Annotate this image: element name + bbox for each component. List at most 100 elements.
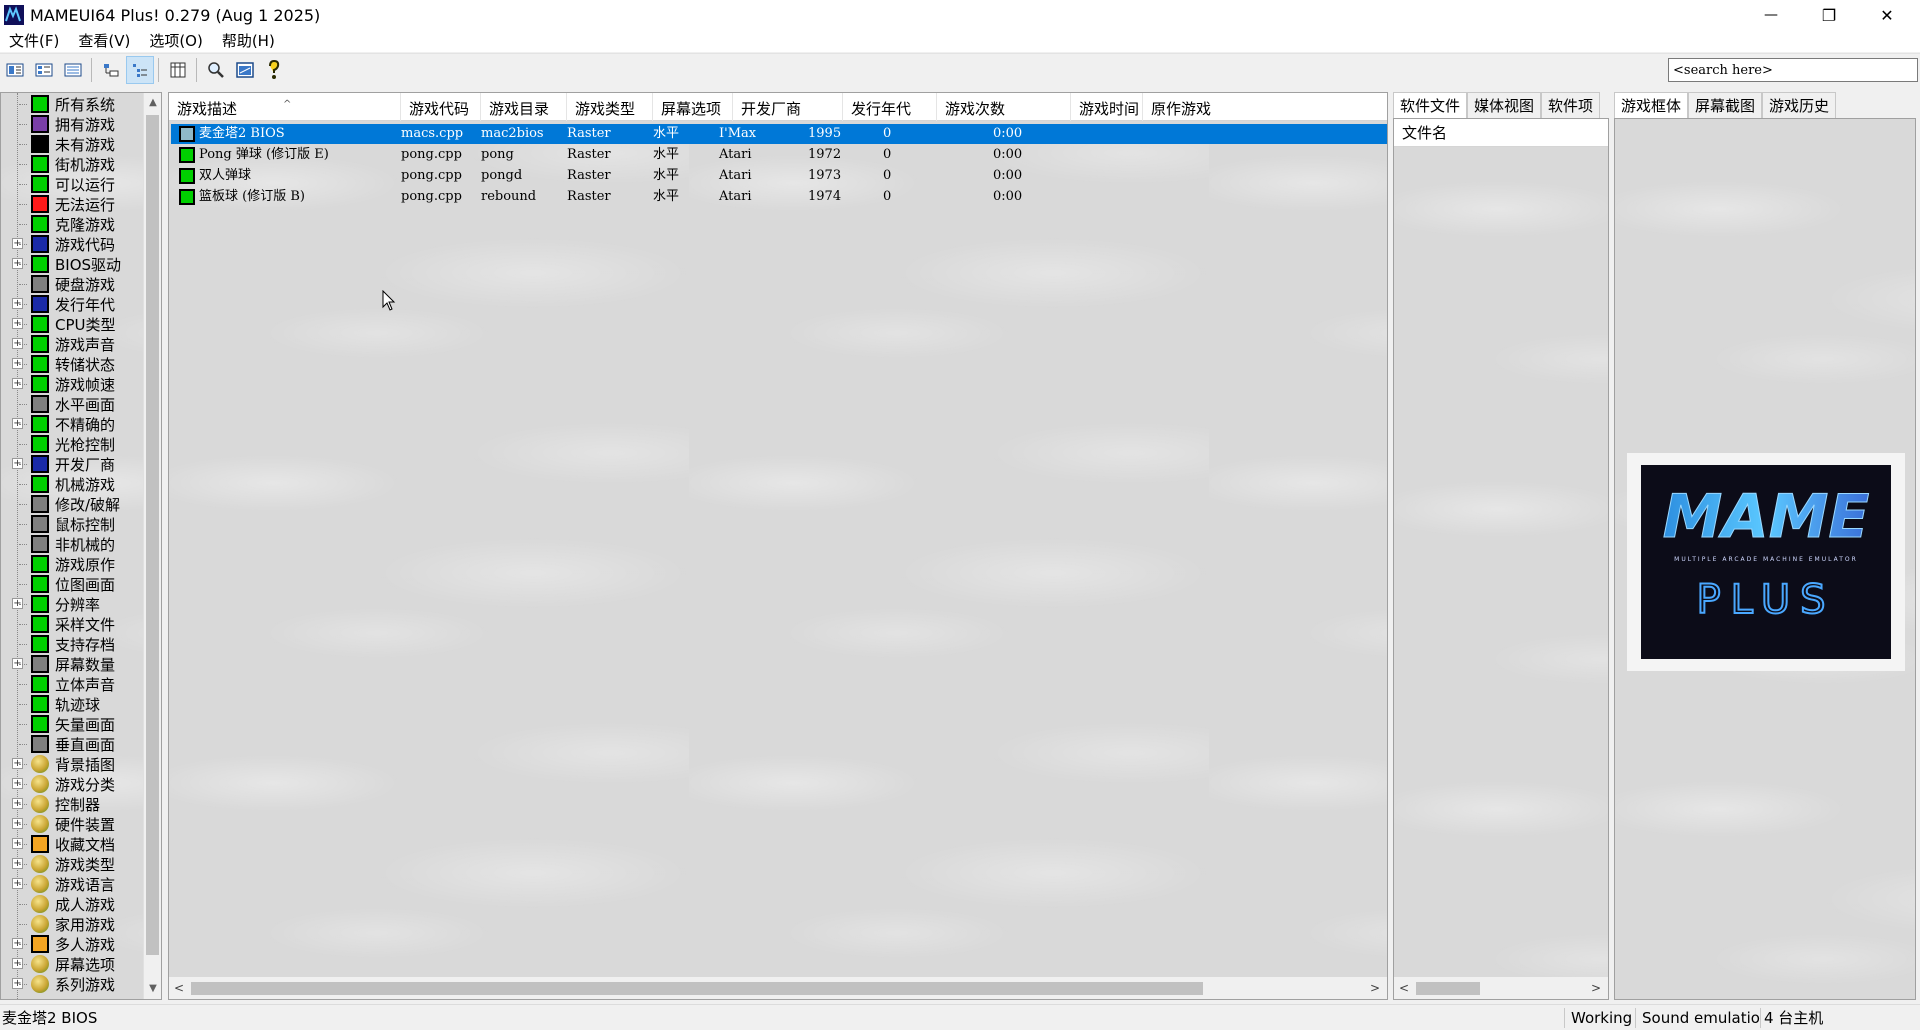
tree-item[interactable]: 位图画面 — [1, 574, 143, 594]
game-status-icon — [179, 126, 195, 142]
view-details-button[interactable] — [126, 55, 154, 84]
tree-item[interactable]: + 游戏代码 — [1, 234, 143, 254]
tree-item[interactable]: 硬盘游戏 — [1, 274, 143, 294]
scroll-down-arrow-icon[interactable]: ▼ — [144, 979, 161, 999]
tree-item[interactable]: 水平画面 — [1, 394, 143, 414]
tree-item[interactable]: + 游戏类型 — [1, 854, 143, 874]
close-button[interactable]: ✕ — [1858, 0, 1916, 30]
columns-button[interactable] — [164, 56, 192, 84]
tree-item[interactable]: + 收藏文档 — [1, 834, 143, 854]
tree-item[interactable]: + 开发厂商 — [1, 454, 143, 474]
tree-item[interactable]: 所有系统 — [1, 94, 143, 114]
tree-item[interactable]: + 屏幕选项 — [1, 954, 143, 974]
tree-item[interactable]: 非机械的 — [1, 534, 143, 554]
menu-help[interactable]: 帮助(H) — [213, 30, 285, 52]
column-header-year[interactable]: 发行年代 — [843, 93, 937, 121]
tree-item[interactable]: 采样文件 — [1, 614, 143, 634]
minimize-button[interactable]: — — [1742, 0, 1800, 30]
scrollbar-thumb[interactable] — [1416, 982, 1480, 995]
column-header-filename[interactable]: 文件名 — [1394, 119, 1608, 147]
menu-options[interactable]: 选项(O) — [140, 30, 213, 52]
tree-item[interactable]: 克隆游戏 — [1, 214, 143, 234]
tree-item[interactable]: + 控制器 — [1, 794, 143, 814]
tree-item[interactable]: 轨迹球 — [1, 694, 143, 714]
game-row[interactable]: 篮板球 (修订版 B) pong.cpp rebound Raster 水平 Atari 1… — [171, 187, 1387, 207]
maximize-button[interactable]: ❐ — [1800, 0, 1858, 30]
tree-item[interactable]: 立体声音 — [1, 674, 143, 694]
tree-item-label: 游戏帧速 — [55, 375, 116, 394]
column-header-type[interactable]: 游戏类型 — [567, 93, 653, 121]
tree-item[interactable]: + 背景插图 — [1, 754, 143, 774]
help-button[interactable] — [260, 56, 288, 84]
game-row[interactable]: 麦金塔2 BIOS macs.cpp mac2bios Raster 水平 I'Max 19… — [171, 124, 1387, 144]
menu-file[interactable]: 文件(F) — [0, 30, 69, 52]
tab-software-items[interactable]: 软件项 — [1541, 92, 1601, 118]
column-header-description[interactable]: 游戏描述 ^ — [169, 93, 401, 121]
menu-view[interactable]: 查看(V) — [69, 30, 140, 52]
tree-item[interactable]: 支持存档 — [1, 634, 143, 654]
scroll-up-arrow-icon[interactable]: ▲ — [144, 93, 161, 113]
tree-item[interactable]: 机械游戏 — [1, 474, 143, 494]
tree-vertical-scrollbar[interactable]: ▲ ▼ — [143, 93, 161, 999]
software-horizontal-scrollbar[interactable]: < > — [1394, 977, 1608, 999]
tree-item[interactable]: + 硬件装置 — [1, 814, 143, 834]
tree-item[interactable]: + 屏幕数量 — [1, 654, 143, 674]
view-small-icons-button[interactable] — [30, 56, 58, 84]
tree-item[interactable]: 拥有游戏 — [1, 114, 143, 134]
view-large-icons-button[interactable] — [1, 56, 29, 84]
tree-item[interactable]: 成人游戏 — [1, 894, 143, 914]
column-header-parent[interactable]: 原作游戏 — [1143, 93, 1387, 121]
search-input[interactable] — [1668, 58, 1918, 82]
game-description: 篮板球 (修订版 B) — [199, 189, 305, 204]
column-header-source[interactable]: 游戏代码 — [401, 93, 481, 121]
column-label: 游戏代码 — [409, 100, 470, 118]
tree-item[interactable]: 游戏原作 — [1, 554, 143, 574]
tree-item[interactable]: + CPU类型 — [1, 314, 143, 334]
tree-item[interactable]: + 发行年代 — [1, 294, 143, 314]
tree-item[interactable]: 修改/破解 — [1, 494, 143, 514]
tree-item[interactable]: 未有游戏 — [1, 134, 143, 154]
tree-item[interactable]: + 游戏帧速 — [1, 374, 143, 394]
column-header-play-count[interactable]: 游戏次数 — [937, 93, 1071, 121]
tree-item[interactable]: + 分辨率 — [1, 594, 143, 614]
tree-item[interactable]: 光枪控制 — [1, 434, 143, 454]
tree-item[interactable]: + 多人游戏 — [1, 934, 143, 954]
column-header-play-time[interactable]: 游戏时间 — [1071, 93, 1143, 121]
scroll-right-arrow-icon[interactable]: > — [1365, 977, 1385, 999]
tree-item[interactable]: 街机游戏 — [1, 154, 143, 174]
tab-screenshot[interactable]: 屏幕截图 — [1688, 92, 1763, 118]
tree-item[interactable]: 矢量画面 — [1, 714, 143, 734]
game-row[interactable]: 双人弹球 pong.cpp pongd Raster 水平 Atari 1973 0 0:00 — [171, 166, 1387, 186]
tab-cabinet[interactable]: 游戏框体 — [1614, 92, 1689, 118]
tab-software-files[interactable]: 软件文件 — [1393, 92, 1468, 118]
scrollbar-thumb[interactable] — [146, 115, 159, 955]
tree-item[interactable]: 鼠标控制 — [1, 514, 143, 534]
column-header-directory[interactable]: 游戏目录 — [481, 93, 567, 121]
view-grouped-button[interactable] — [97, 56, 125, 84]
column-header-screen[interactable]: 屏幕选项 — [653, 93, 733, 121]
tab-media-view[interactable]: 媒体视图 — [1467, 92, 1542, 118]
tree-item[interactable]: + 转储状态 — [1, 354, 143, 374]
tree-item[interactable]: + 游戏声音 — [1, 334, 143, 354]
game-description: 麦金塔2 BIOS — [199, 126, 285, 141]
column-header-manufacturer[interactable]: 开发厂商 — [733, 93, 843, 121]
scroll-left-arrow-icon[interactable]: < — [169, 977, 189, 999]
search-button[interactable] — [202, 56, 230, 84]
screenshot-button[interactable] — [231, 56, 259, 84]
tree-item[interactable]: 垂直画面 — [1, 734, 143, 754]
tab-history[interactable]: 游戏历史 — [1762, 92, 1837, 118]
tree-item[interactable]: + 游戏语言 — [1, 874, 143, 894]
game-row[interactable]: Pong 弹球 (修订版 E) pong.cpp pong Raster 水平 Atari… — [171, 145, 1387, 165]
tree-item[interactable]: + 系列游戏 — [1, 974, 143, 994]
game-list-horizontal-scrollbar[interactable]: < > — [169, 977, 1387, 999]
tree-item[interactable]: 无法运行 — [1, 194, 143, 214]
tree-item[interactable]: + BIOS驱动 — [1, 254, 143, 274]
scrollbar-thumb[interactable] — [191, 982, 1203, 995]
tree-item[interactable]: + 不精确的 — [1, 414, 143, 434]
tree-item[interactable]: 家用游戏 — [1, 914, 143, 934]
tree-item[interactable]: + 游戏分类 — [1, 774, 143, 794]
view-list-button[interactable] — [59, 56, 87, 84]
scroll-right-arrow-icon[interactable]: > — [1586, 977, 1606, 999]
tree-item[interactable]: 可以运行 — [1, 174, 143, 194]
scroll-left-arrow-icon[interactable]: < — [1394, 977, 1414, 999]
